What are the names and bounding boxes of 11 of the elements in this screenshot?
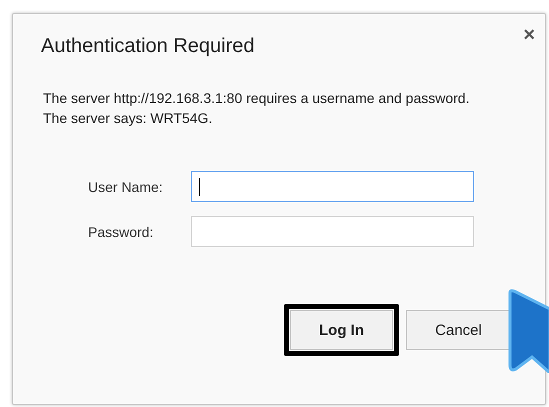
text-cursor [199, 178, 200, 196]
close-button[interactable]: × [523, 25, 535, 45]
field-label: Password: [88, 224, 154, 240]
arrow-icon [506, 289, 549, 373]
field-label: User Name: [88, 178, 164, 194]
cancel-button[interactable]: Cancel [406, 310, 511, 350]
input-field[interactable] [191, 171, 474, 202]
auth-message: The server http://192.168.3.1:80 requires a username and password. The server says: WRT54G. [43, 89, 470, 128]
login-button[interactable]: Log In [290, 310, 393, 350]
dialog-title: Authentication Required [41, 35, 254, 58]
input-field[interactable] [191, 216, 474, 247]
